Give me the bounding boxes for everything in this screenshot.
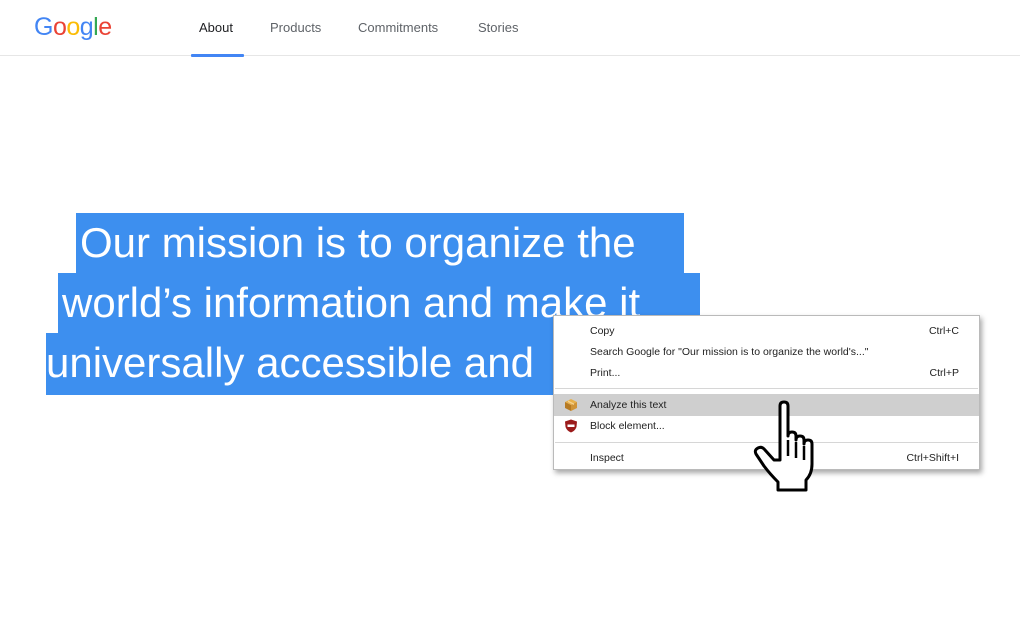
menu-item-label: Search Google for "Our mission is to org… [590, 346, 869, 358]
nav-stories[interactable]: Stories [478, 19, 518, 37]
nav-commitments[interactable]: Commitments [358, 19, 438, 37]
logo-letter-e: e [98, 13, 112, 41]
nav-active-indicator [191, 54, 244, 57]
shield-block-icon [565, 419, 577, 433]
menu-item-shortcut: Ctrl+P [929, 367, 959, 379]
menu-item-label: Print... [590, 367, 621, 379]
package-icon [565, 399, 577, 411]
logo-letter-o1: o [52, 13, 67, 41]
menu-item-label: Block element... [590, 420, 665, 432]
mission-line-3[interactable]: universally accessible and [46, 333, 558, 395]
menu-item-copy[interactable]: Copy Ctrl+C [554, 320, 979, 342]
nav-about[interactable]: About [199, 19, 233, 37]
menu-item-label: Analyze this text [590, 399, 667, 411]
menu-item-shortcut: Ctrl+Shift+I [906, 452, 959, 464]
menu-separator [555, 388, 978, 389]
mission-line-1[interactable]: Our mission is to organize the [76, 213, 684, 275]
page: Google About Products Commitments Storie… [0, 0, 1020, 638]
top-header: Google About Products Commitments Storie… [0, 0, 1020, 57]
logo-letter-o2: o [66, 13, 80, 41]
menu-item-search-google[interactable]: Search Google for "Our mission is to org… [554, 341, 979, 363]
menu-item-label: Copy [590, 325, 615, 337]
hand-pointer-icon [753, 400, 814, 492]
google-logo[interactable]: Google [34, 10, 112, 44]
logo-letter-g: G [34, 13, 53, 41]
menu-item-print[interactable]: Print... Ctrl+P [554, 362, 979, 384]
menu-item-shortcut: Ctrl+C [928, 325, 959, 337]
logo-letter-g2: g [79, 13, 94, 41]
menu-item-label: Inspect [590, 452, 624, 464]
nav-products[interactable]: Products [270, 19, 321, 37]
